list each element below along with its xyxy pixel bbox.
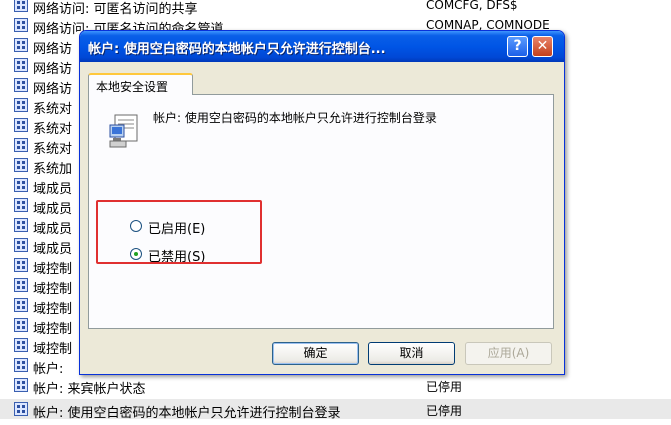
tab-label: 本地安全设置 [96,80,169,94]
ok-button[interactable]: 确定 [272,342,359,365]
policy-row[interactable]: 帐户: 来宾帐户状态 已停用 [0,375,671,397]
policy-row-icon [14,98,28,112]
policy-row-icon [14,218,28,232]
policy-row-icon [14,118,28,132]
policy-row-icon [14,38,28,52]
policy-row-icon [14,58,28,72]
cancel-button[interactable]: 取消 [368,342,455,365]
policy-name: 帐户: 使用空白密码的本地帐户只允许进行控制台登录 [33,406,341,421]
policy-row-icon [14,278,28,292]
policy-row[interactable]: 网络访问: 可匿名访问的共享 COMCFG, DFS$ [0,0,671,17]
policy-value: 已停用 [426,404,463,418]
policy-row-icon [14,158,28,172]
policy-row-icon [14,338,28,352]
policy-row-icon [14,298,28,312]
tab-local-security-setting[interactable]: 本地安全设置 [88,73,193,95]
policy-row-icon [14,318,28,332]
policy-row-icon [14,402,28,416]
policy-row-icon [14,258,28,272]
policy-row-icon [14,0,28,12]
policy-row-icon [14,198,28,212]
help-button[interactable]: ? [507,36,528,57]
dialog-title-bar[interactable]: 帐户: 使用空白密码的本地帐户只允许进行控制台... ? ✕ [80,31,564,62]
policy-description: 帐户: 使用空白密码的本地帐户只允许进行控制台登录 [153,111,437,125]
policy-row-icon [14,78,28,92]
policy-value: 已停用 [426,380,463,394]
policy-name: 帐户: 来宾帐户状态 [33,382,146,397]
computer-policy-icon [109,114,138,148]
policy-row-icon [14,238,28,252]
policy-row-selected[interactable]: 帐户: 使用空白密码的本地帐户只允许进行控制台登录 已停用 [0,399,671,421]
policy-row-icon [14,358,28,372]
apply-button[interactable]: 应用(A) [465,342,552,365]
policy-row-icon [14,138,28,152]
policy-row-icon [14,378,28,392]
policy-row-icon [14,178,28,192]
policy-row-icon [14,18,28,32]
policy-value: COMCFG, DFS$ [426,0,518,12]
dialog-title: 帐户: 使用空白密码的本地帐户只允许进行控制台... [88,42,386,57]
close-button[interactable]: ✕ [532,36,553,57]
annotation-highlight-box [96,200,262,264]
